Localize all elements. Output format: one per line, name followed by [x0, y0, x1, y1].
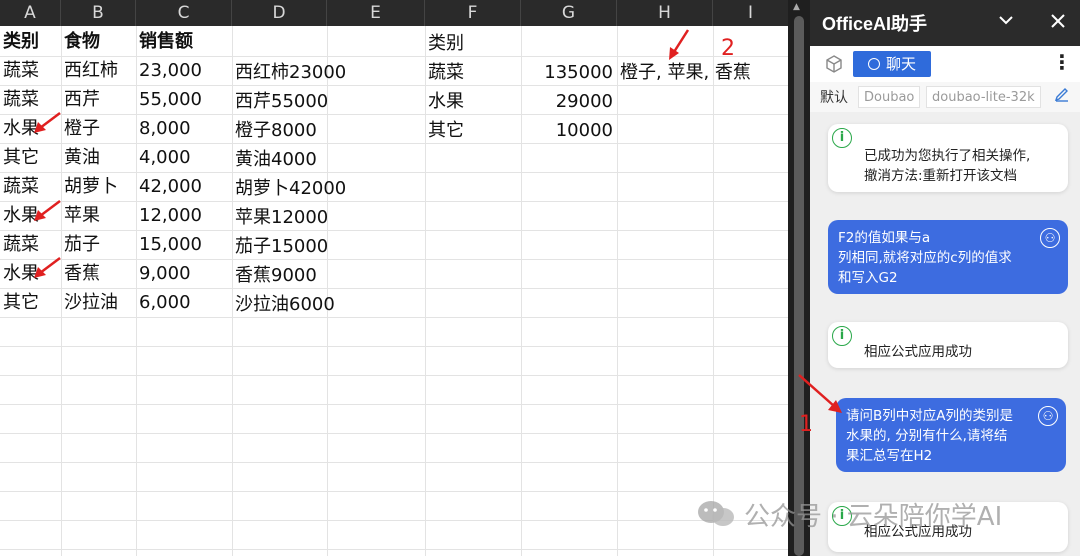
annotation-arrow-a7: [34, 200, 61, 221]
cell-c1[interactable]: 销售额: [136, 27, 232, 56]
cell-a1[interactable]: 类别: [0, 27, 61, 56]
officeai-panel: OfficeAI助手 聊天 ⋮ 默认 Doubao doubao-lite-32…: [810, 0, 1080, 556]
column-header-h[interactable]: H: [617, 0, 713, 26]
cell-d9[interactable]: 香蕉9000: [232, 261, 372, 290]
message-user: ⚇ F2的值如果与a 列相同,就将对应的c列的值求 和写入G2: [828, 220, 1068, 294]
cell-c4[interactable]: 8,000: [136, 114, 232, 143]
column-header-a[interactable]: A: [0, 0, 61, 26]
cell-c9[interactable]: 9,000: [136, 259, 232, 288]
cell-c8[interactable]: 15,000: [136, 230, 232, 259]
cell-d7[interactable]: 苹果12000: [232, 203, 372, 232]
scroll-up-icon[interactable]: ▲: [793, 2, 800, 12]
more-vertical-icon[interactable]: ⋮: [1052, 50, 1072, 74]
cell-a5[interactable]: 其它: [0, 143, 61, 172]
cell-f1[interactable]: 类别: [425, 29, 521, 58]
message-text: 相应公式应用成功: [864, 524, 972, 540]
chevron-down-icon[interactable]: [998, 12, 1014, 33]
cell-f4[interactable]: 其它: [425, 116, 521, 145]
cell-d8[interactable]: 茄子15000: [232, 232, 372, 261]
column-header-bar: A B C D E F G H I: [0, 0, 788, 26]
cell-grid[interactable]: 类别 食物 销售额 蔬菜 西红柿 23,000 蔬菜 西芹 55,000 水果 …: [0, 26, 788, 556]
message-text: 请问B列中对应A列的类别是 水果的, 分别有什么,请将结 果汇总写在H2: [846, 408, 1013, 464]
cell-d2[interactable]: 西红柿23000: [232, 58, 372, 87]
panel-title: OfficeAI助手: [822, 14, 928, 34]
cell-c5[interactable]: 4,000: [136, 143, 232, 172]
model-provider-select[interactable]: Doubao: [858, 86, 921, 108]
model-name-select[interactable]: doubao-lite-32k: [926, 86, 1041, 108]
column-header-c[interactable]: C: [136, 0, 232, 26]
column-header-d[interactable]: D: [232, 0, 327, 26]
vertical-scrollbar[interactable]: ▲: [788, 0, 810, 556]
cell-h2[interactable]: 橙子, 苹果, 香蕉: [617, 58, 777, 87]
cell-c10[interactable]: 6,000: [136, 288, 232, 317]
tab-chat-label: 聊天: [885, 55, 916, 73]
message-system: i 已成功为您执行了相关操作, 撤消方法:重新打开该文档: [828, 124, 1068, 192]
panel-toolbar: 聊天 ⋮: [810, 46, 1080, 82]
cell-b1[interactable]: 食物: [61, 27, 136, 56]
user-avatar-icon: ⚇: [1040, 228, 1060, 248]
cell-b8[interactable]: 茄子: [61, 230, 136, 259]
info-icon: i: [832, 128, 852, 148]
info-icon: i: [832, 506, 852, 526]
cell-d3[interactable]: 西芹55000: [232, 87, 372, 116]
message-text: F2的值如果与a 列相同,就将对应的c列的值求 和写入G2: [838, 230, 1012, 286]
column-header-e[interactable]: E: [327, 0, 425, 26]
cell-d10[interactable]: 沙拉油6000: [232, 290, 372, 319]
cell-c7[interactable]: 12,000: [136, 201, 232, 230]
cell-f3[interactable]: 水果: [425, 87, 521, 116]
cell-b10[interactable]: 沙拉油: [61, 288, 136, 317]
cell-d6[interactable]: 胡萝卜42000: [232, 174, 372, 203]
cell-g4[interactable]: 10000: [521, 116, 617, 145]
info-icon: i: [832, 326, 852, 346]
cell-g3[interactable]: 29000: [521, 87, 617, 116]
annotation-arrow-message: [798, 374, 842, 413]
cell-b5[interactable]: 黄油: [61, 143, 136, 172]
cell-b2[interactable]: 西红柿: [61, 56, 136, 85]
cell-b4[interactable]: 橙子: [61, 114, 136, 143]
cell-g2[interactable]: 135000: [521, 58, 617, 87]
annotation-arrow-a4: [34, 112, 61, 133]
cell-b7[interactable]: 苹果: [61, 201, 136, 230]
column-header-b[interactable]: B: [61, 0, 136, 26]
scrollbar-thumb[interactable]: [794, 16, 804, 556]
cell-f2[interactable]: 蔬菜: [425, 58, 521, 87]
panel-titlebar: OfficeAI助手: [810, 0, 1080, 46]
annotation-number-1: 1: [799, 412, 813, 437]
cell-c3[interactable]: 55,000: [136, 85, 232, 114]
spreadsheet[interactable]: A B C D E F G H I 类别 食物 销售额 蔬菜 西红柿 23,00…: [0, 0, 788, 556]
cell-d4[interactable]: 橙子8000: [232, 116, 372, 145]
cell-b9[interactable]: 香蕉: [61, 259, 136, 288]
annotation-number-2: 2: [721, 36, 735, 61]
model-default-label[interactable]: 默认: [820, 87, 848, 107]
message-text: 相应公式应用成功: [864, 344, 972, 360]
column-header-i[interactable]: I: [713, 0, 788, 26]
model-selector-row: 默认 Doubao doubao-lite-32k: [810, 82, 1080, 112]
cell-c2[interactable]: 23,000: [136, 56, 232, 85]
message-system: i 相应公式应用成功: [828, 322, 1068, 368]
message-text: 已成功为您执行了相关操作, 撤消方法:重新打开该文档: [864, 148, 1031, 184]
chat-bubble-icon: [867, 58, 880, 70]
cell-c6[interactable]: 42,000: [136, 172, 232, 201]
annotation-arrow-a9: [34, 257, 61, 278]
cell-b3[interactable]: 西芹: [61, 85, 136, 114]
pencil-icon[interactable]: [1054, 86, 1070, 106]
message-system: i 相应公式应用成功: [828, 502, 1068, 552]
close-icon[interactable]: [1050, 10, 1066, 34]
column-header-f[interactable]: F: [425, 0, 521, 26]
cell-a2[interactable]: 蔬菜: [0, 56, 61, 85]
tab-chat[interactable]: 聊天: [853, 51, 931, 77]
column-header-g[interactable]: G: [521, 0, 617, 26]
cell-b6[interactable]: 胡萝卜: [61, 172, 136, 201]
message-user: ⚇ 请问B列中对应A列的类别是 水果的, 分别有什么,请将结 果汇总写在H2: [836, 398, 1066, 472]
cell-a10[interactable]: 其它: [0, 288, 61, 317]
cell-d5[interactable]: 黄油4000: [232, 145, 372, 174]
annotation-arrow-h2: [669, 29, 690, 60]
cell-a6[interactable]: 蔬菜: [0, 172, 61, 201]
cube-icon[interactable]: [824, 54, 844, 74]
